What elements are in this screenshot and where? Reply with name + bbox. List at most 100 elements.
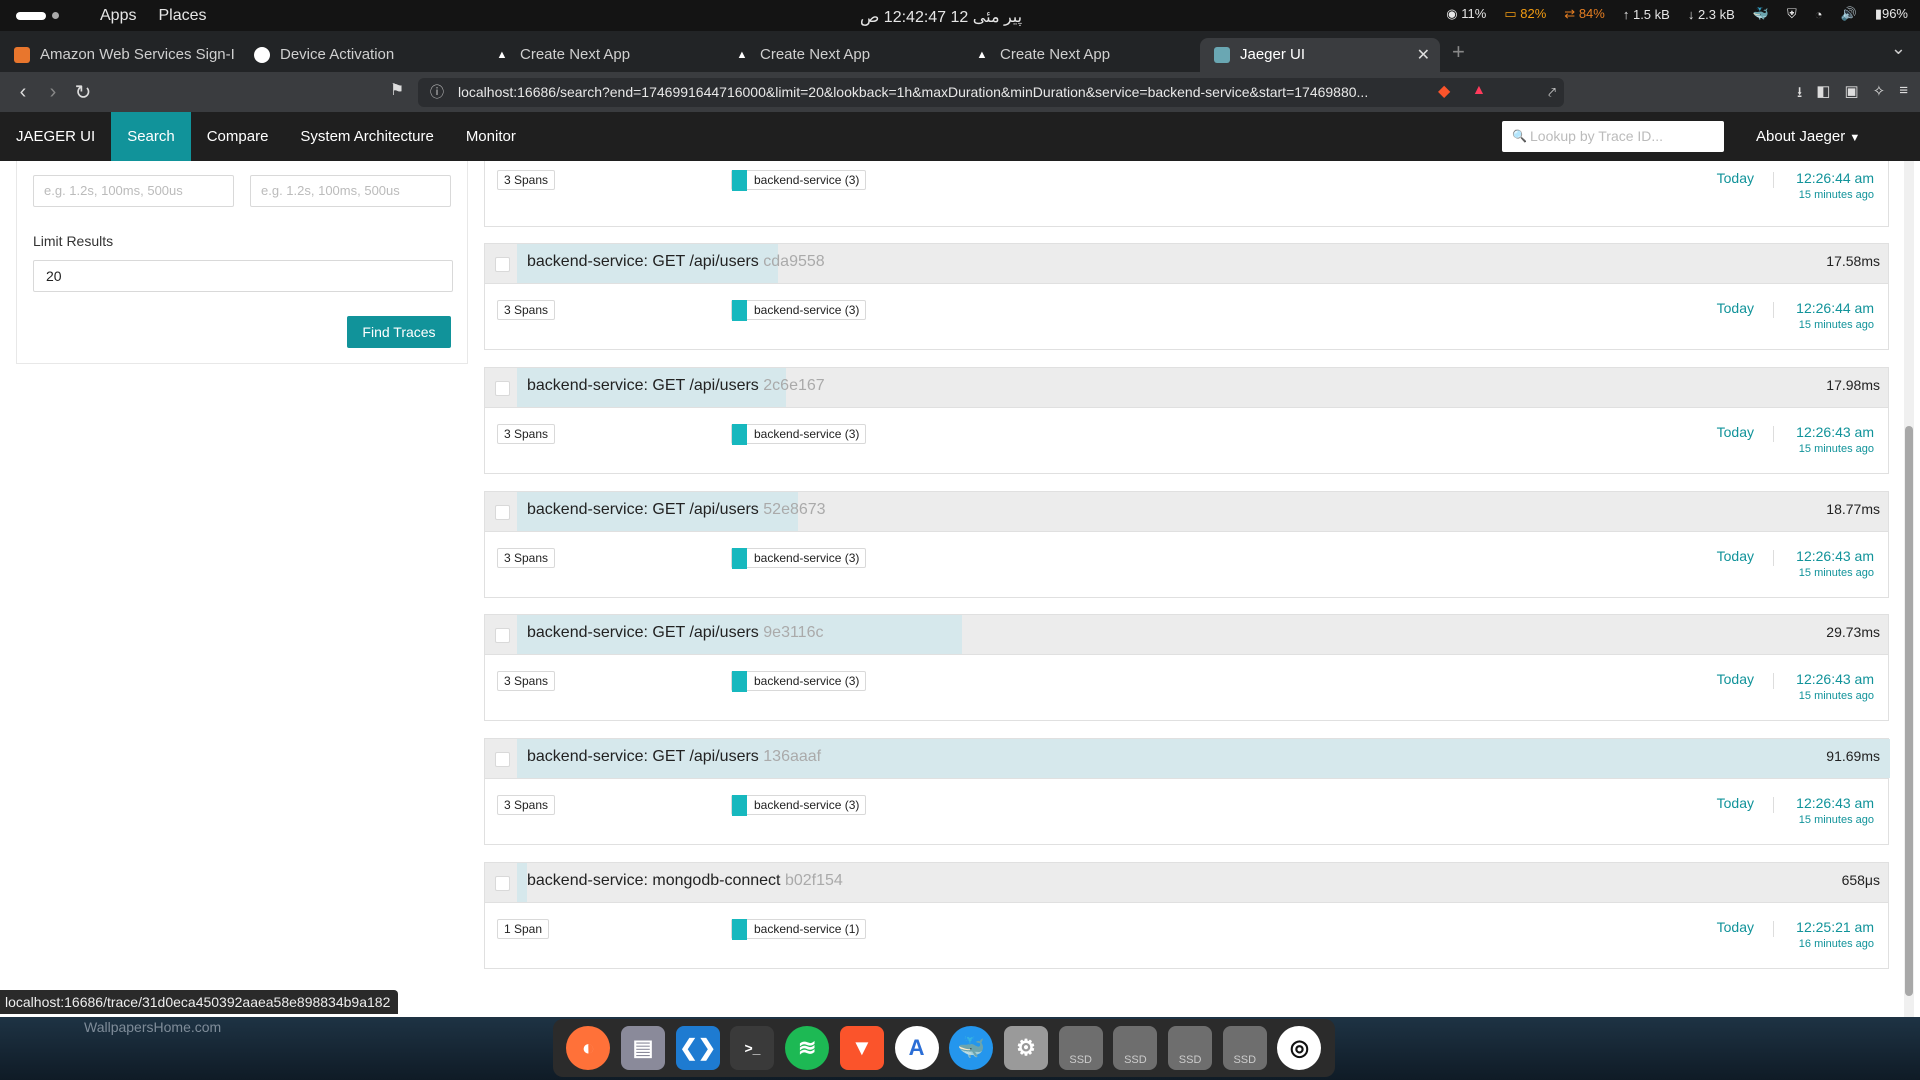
apps-menu[interactable]: Apps — [100, 7, 136, 25]
system-indicators[interactable]: ◉ 11% ▭ 82% ⇄ 84% ↑ 1.5 kB ↓ 2.3 kB 🐳 ⛨ … — [1446, 6, 1908, 22]
trace-title[interactable]: backend-service: GET /api/users 9e3116c — [527, 624, 823, 642]
battery-indicator: ▮96% — [1874, 6, 1908, 21]
reload-icon[interactable]: ↻ — [68, 80, 98, 105]
tab-list-chevron-icon[interactable]: ⌄ — [1891, 38, 1906, 59]
trace-item-header[interactable]: backend-service: GET /api/users 136aaaf … — [485, 739, 1890, 779]
compare-checkbox[interactable] — [495, 876, 510, 891]
system-top-bar: Apps Places پیر مئی 12 12:42:47 ص ◉ 11% … — [0, 0, 1920, 31]
compare-checkbox[interactable] — [495, 257, 510, 272]
service-tag: backend-service (3) — [731, 424, 867, 445]
address-bar[interactable]: ⓘ localhost:16686/search?end=17469916447… — [418, 78, 1564, 107]
browser-tab-jaeger[interactable]: Jaeger UI ✕ — [1200, 37, 1440, 72]
terminal-icon[interactable]: >_ — [730, 1026, 775, 1070]
workspace-indicator[interactable] — [16, 11, 70, 20]
nav-system-architecture[interactable]: System Architecture — [284, 112, 449, 161]
brave-rewards-icon[interactable]: ▲ — [1472, 81, 1486, 97]
bookmark-icon[interactable]: ⚑ — [382, 80, 412, 100]
new-tab-icon[interactable]: + — [1452, 39, 1465, 65]
trace-id-lookup-input[interactable]: 🔍 Lookup by Trace ID... — [1502, 121, 1724, 152]
find-traces-button[interactable]: Find Traces — [347, 316, 451, 348]
trace-title[interactable]: backend-service: mongodb-connect b02f154 — [527, 872, 843, 890]
appstore-icon[interactable]: A — [894, 1026, 939, 1070]
trace-title[interactable]: backend-service: GET /api/users 2c6e167 — [527, 377, 825, 395]
vscode-icon[interactable]: ❮❯ — [675, 1026, 720, 1070]
site-info-icon[interactable]: ⓘ — [430, 78, 444, 107]
places-menu[interactable]: Places — [158, 7, 206, 25]
compare-checkbox[interactable] — [495, 752, 510, 767]
clock[interactable]: پیر مئی 12 12:42:47 ص — [860, 7, 1022, 27]
page-scrollbar[interactable] — [1904, 161, 1914, 1017]
jaeger-favicon-icon — [1214, 46, 1230, 63]
trace-duration: 29.73ms — [1826, 624, 1880, 640]
trace-item[interactable]: backend-service: mongodb-connect b02f154… — [484, 862, 1889, 969]
close-tab-icon[interactable]: ✕ — [1417, 45, 1430, 65]
ssd-drive-icon[interactable]: SSD — [1168, 1026, 1213, 1070]
trace-title[interactable]: backend-service: GET /api/users cda9558 — [527, 253, 825, 271]
trace-item-header[interactable]: backend-service: GET /api/users 52e8673 … — [485, 492, 1888, 532]
span-count-badge: 1 Span — [497, 919, 550, 939]
trace-item[interactable]: backend-service: GET /api/users 52e8673 … — [484, 491, 1889, 598]
trace-item[interactable]: backend-service: GET /api/users 9e3116c … — [484, 614, 1889, 721]
browser-tab-next-app-2[interactable]: ▲ Create Next App — [720, 38, 960, 72]
back-icon[interactable]: ‹ — [8, 81, 38, 104]
browser-tab-next-app-1[interactable]: ▲ Create Next App — [480, 38, 720, 72]
desktop-background: WallpapersHome.com ◐ ▤ ❮❯ >_ ≋ ▼ A 🐳 ⚙ S… — [0, 1017, 1920, 1080]
ssd-drive-icon[interactable]: SSD — [1058, 1026, 1103, 1070]
browser-tab-device-activation[interactable]: Device Activation — [240, 38, 480, 72]
next-favicon-icon: ▲ — [976, 48, 988, 61]
limit-results-input[interactable]: 20 — [33, 260, 453, 292]
upload-arrow-icon: ↑ — [1622, 6, 1630, 22]
trace-title[interactable]: backend-service: GET /api/users 136aaaf — [527, 748, 821, 766]
compare-checkbox[interactable] — [495, 381, 510, 396]
jaeger-brand-link[interactable]: JAEGER UI — [0, 112, 111, 161]
trace-item-header[interactable]: backend-service: GET /api/users cda9558 … — [485, 244, 1888, 284]
trace-item-header[interactable]: backend-service: GET /api/users 9e3116c … — [485, 615, 1888, 655]
docker-icon[interactable]: 🐳 — [949, 1026, 994, 1070]
ssd-drive-icon[interactable]: SSD — [1222, 1026, 1267, 1070]
max-duration-input[interactable]: e.g. 1.2s, 100ms, 500us — [250, 175, 451, 207]
service-tag: backend-service (3) — [731, 170, 867, 191]
trace-item[interactable]: backend-service: GET /api/users cda9558 … — [484, 243, 1889, 350]
about-jaeger-menu[interactable]: About Jaeger ▼ — [1756, 112, 1860, 163]
wallpaper-watermark: WallpapersHome.com — [84, 1019, 222, 1035]
scrollbar-thumb[interactable] — [1905, 426, 1913, 996]
wifi-icon: ◔ — [1814, 6, 1823, 22]
trace-duration: 18.77ms — [1826, 501, 1880, 517]
files-icon[interactable]: ▤ — [621, 1026, 666, 1070]
settings-icon[interactable]: ⚙ — [1003, 1026, 1048, 1070]
trace-item-body: 3 Spans backend-service (3) Today 12:26:… — [485, 284, 1888, 349]
span-count-badge: 3 Spans — [497, 300, 556, 320]
trace-item[interactable]: backend-service: GET /api/users 136aaaf … — [484, 738, 1890, 845]
trace-title[interactable]: backend-service: GET /api/users 52e8673 — [527, 501, 826, 519]
trace-item-partial[interactable]: 3 Spans backend-service (3) Today 12:26:… — [484, 161, 1889, 227]
sidebar-icon[interactable]: ◧ — [1816, 82, 1830, 107]
min-duration-input[interactable]: e.g. 1.2s, 100ms, 500us — [33, 175, 234, 207]
forward-icon[interactable]: › — [38, 81, 68, 104]
spotify-icon[interactable]: ≋ — [785, 1026, 830, 1070]
browser-tab-aws[interactable]: Amazon Web Services Sign-I — [0, 38, 240, 72]
nav-monitor[interactable]: Monitor — [450, 112, 532, 161]
browser-tab-next-app-3[interactable]: ▲ Create Next App — [960, 38, 1200, 72]
firefox-icon[interactable]: ◐ — [566, 1026, 611, 1070]
trace-timestamp: Today 12:26:44 am 15 minutes ago — [1716, 170, 1874, 201]
nav-compare[interactable]: Compare — [191, 112, 285, 161]
brave-icon[interactable]: ▼ — [839, 1026, 884, 1070]
trace-item-header[interactable]: backend-service: mongodb-connect b02f154… — [485, 863, 1888, 903]
trace-item-header[interactable]: backend-service: GET /api/users 2c6e167 … — [485, 368, 1888, 408]
share-icon[interactable]: ⤤ — [1548, 78, 1556, 107]
wallet-icon[interactable]: ▣ — [1844, 82, 1858, 107]
page-content: e.g. 1.2s, 100ms, 500us e.g. 1.2s, 100ms… — [0, 161, 1920, 1017]
trace-item[interactable]: backend-service: GET /api/users 2c6e167 … — [484, 367, 1889, 474]
nav-search[interactable]: Search — [111, 112, 191, 161]
leo-icon[interactable]: ✧ — [1873, 82, 1886, 107]
brave-shields-icon[interactable]: ◆ — [1438, 81, 1450, 101]
docker-tray-icon: 🐳 — [1752, 6, 1769, 21]
service-tag: backend-service (1) — [731, 919, 867, 940]
download-icon[interactable]: ⭳ — [1797, 82, 1802, 107]
ssd-drive-icon[interactable]: SSD — [1113, 1026, 1158, 1070]
compare-checkbox[interactable] — [495, 628, 510, 643]
menu-icon[interactable]: ≡ — [1899, 82, 1908, 107]
ubuntu-icon[interactable]: ◎ — [1277, 1026, 1322, 1070]
cpu-icon: ◉ — [1446, 6, 1458, 21]
compare-checkbox[interactable] — [495, 505, 510, 520]
